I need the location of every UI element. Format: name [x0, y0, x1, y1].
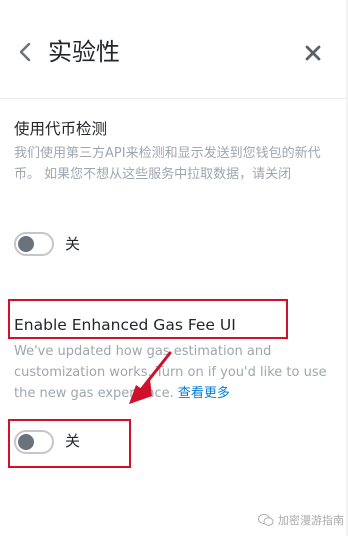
wechat-icon: [258, 513, 274, 526]
settings-page: 实验性 使用代币检测 我们使用第三方API来检测和显示发送到您钱包的新代币。 如…: [0, 0, 348, 536]
annotation-arrow-icon: [129, 351, 172, 404]
watermark: 加密漫游指南: [258, 512, 344, 528]
watermark-text: 加密漫游指南: [278, 514, 344, 527]
